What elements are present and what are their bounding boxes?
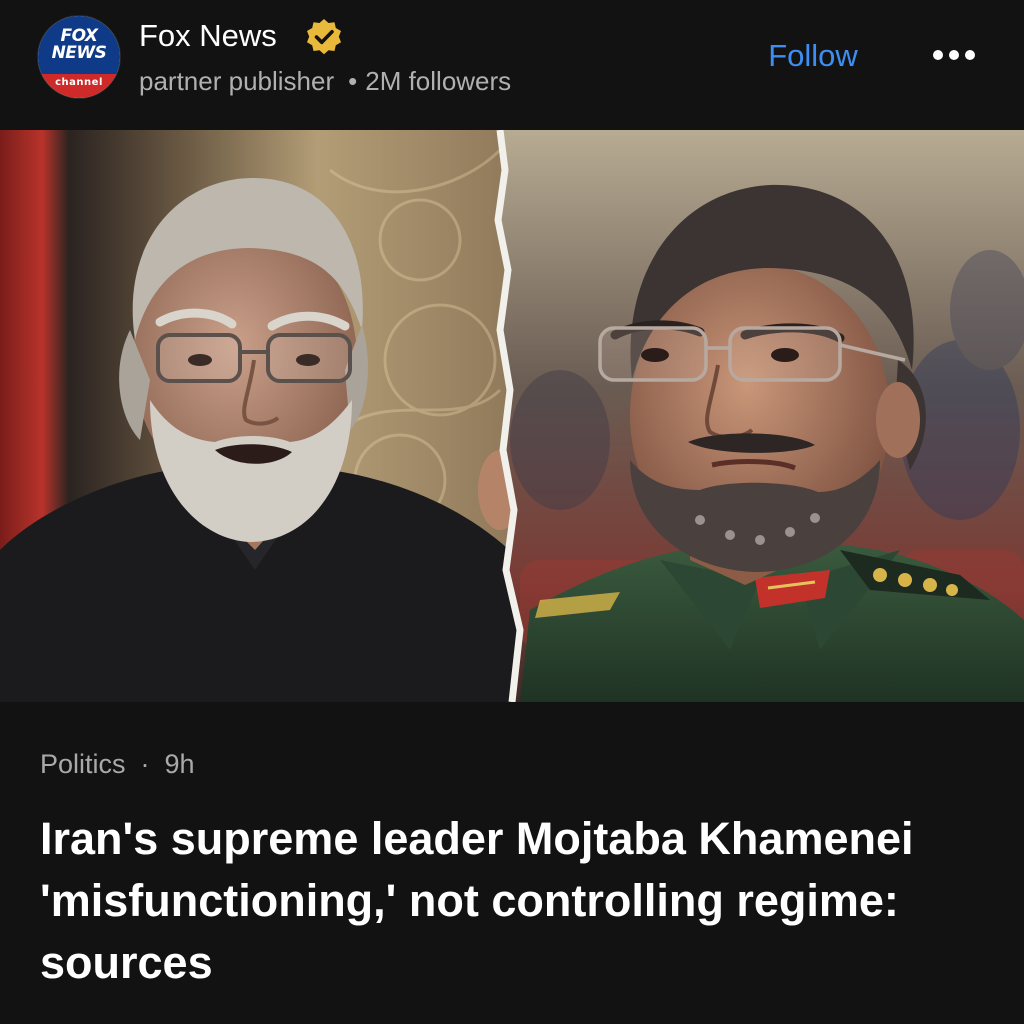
article-headline[interactable]: Iran's supreme leader Mojtaba Khamenei '… <box>40 808 980 994</box>
follow-button[interactable]: Follow <box>748 34 878 78</box>
publisher-meta: partner publisher • 2M followers <box>139 64 511 98</box>
more-dot <box>933 50 943 60</box>
more-dot <box>965 50 975 60</box>
logo-wordmark: FOX NEWS <box>38 28 120 62</box>
article-age: 9h <box>164 749 195 779</box>
right-photo-panel <box>498 130 1024 702</box>
article-meta: Politics · 9h <box>40 746 195 782</box>
publisher-role: partner publisher <box>139 66 335 96</box>
article-category[interactable]: Politics <box>40 749 126 779</box>
logo-line2: NEWS <box>51 43 107 63</box>
logo-channel-text: channel <box>55 77 103 88</box>
meta-separator: • <box>348 66 358 96</box>
meta-separator: · <box>140 749 150 779</box>
publisher-header: FOX NEWS channel Fox News partner publis… <box>0 0 1024 130</box>
fox-news-logo[interactable]: FOX NEWS channel <box>38 16 120 98</box>
more-dot <box>949 50 959 60</box>
hero-illustration <box>0 130 1024 702</box>
article-hero-image[interactable] <box>0 130 1024 702</box>
more-options-icon[interactable] <box>924 36 984 76</box>
publisher-name[interactable]: Fox News <box>139 17 277 55</box>
publisher-followers: 2M followers <box>365 66 512 96</box>
verified-badge-icon <box>307 19 341 55</box>
left-photo-panel <box>0 130 520 702</box>
